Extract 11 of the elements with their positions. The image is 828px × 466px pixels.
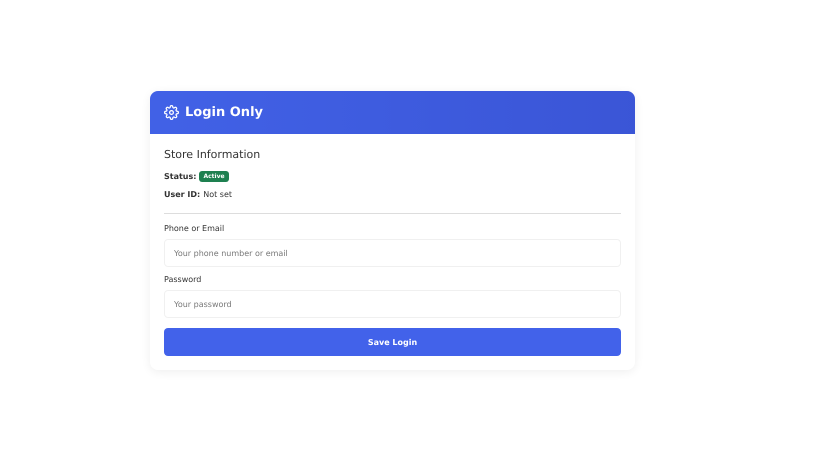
field-label: Phone or Email	[164, 224, 226, 233]
input-field[interactable]: Your phone number or email	[164, 239, 621, 267]
card-title: Login Only	[185, 105, 263, 120]
field-label: Password	[164, 275, 202, 284]
settings-icon	[164, 105, 179, 120]
info-label: User ID:	[164, 190, 200, 198]
input-field[interactable]: Your password	[164, 290, 621, 318]
save-button[interactable]: Save Login	[164, 328, 621, 356]
info-label: Status:	[164, 172, 196, 180]
section-heading: Store Information	[164, 148, 262, 161]
info-value: Not set	[203, 190, 232, 198]
